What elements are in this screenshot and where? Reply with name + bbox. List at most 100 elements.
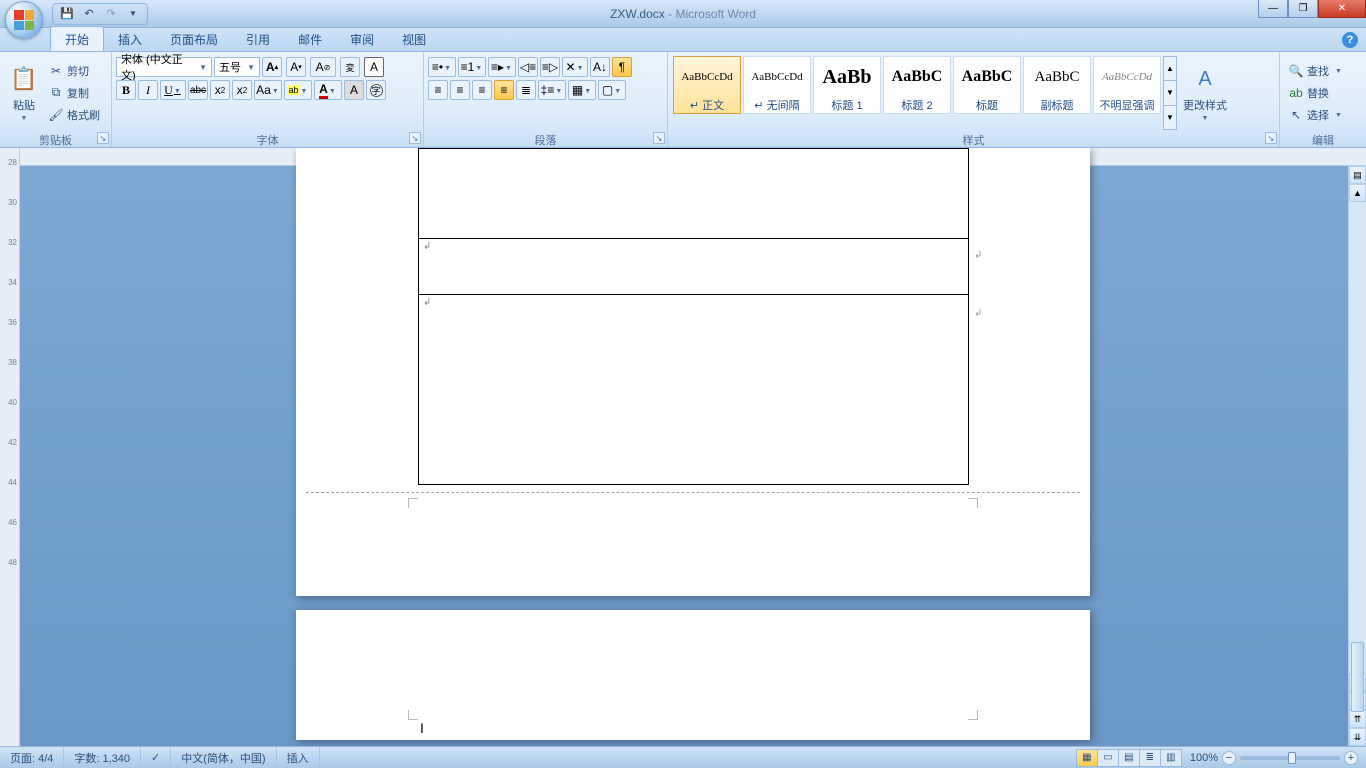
prev-page-button[interactable]: ⇈ <box>1349 710 1366 728</box>
multilevel-button[interactable]: ≡▸▼ <box>488 57 516 77</box>
scroll-thumb[interactable] <box>1351 642 1364 712</box>
save-icon[interactable]: 💾 <box>59 6 75 22</box>
style-item-3[interactable]: AaBbC 标题 2 <box>883 56 951 114</box>
shrink-font-button[interactable]: A▾ <box>286 57 306 77</box>
zoom-level[interactable]: 100% <box>1190 752 1218 764</box>
tab-mailings[interactable]: 邮件 <box>284 27 336 51</box>
distribute-button[interactable]: ≣ <box>516 80 536 100</box>
tab-home[interactable]: 开始 <box>50 26 104 51</box>
highlight-button[interactable]: ab▼ <box>284 80 312 100</box>
numbering-button[interactable]: ≡1▼ <box>458 57 486 77</box>
next-page-button[interactable]: ⇊ <box>1349 728 1366 746</box>
gallery-more-button[interactable]: ▼ <box>1163 105 1177 130</box>
grow-font-button[interactable]: A▴ <box>262 57 282 77</box>
ruler-toggle-button[interactable]: ▤ <box>1349 166 1366 184</box>
view-full-reading[interactable]: ▭ <box>1097 749 1119 767</box>
change-case-button[interactable]: Aa▼ <box>254 80 282 100</box>
show-marks-button[interactable]: ¶ <box>612 57 632 77</box>
char-border-button[interactable]: A <box>364 57 384 77</box>
enclose-char-button[interactable]: 字 <box>366 80 386 100</box>
close-button[interactable]: ✕ <box>1318 0 1366 18</box>
copy-icon: ⧉ <box>48 85 64 101</box>
clear-format-button[interactable]: A⊘ <box>310 57 336 77</box>
status-words[interactable]: 字数: 1,340 <box>64 747 141 768</box>
borders-button[interactable]: ▢▼ <box>598 80 626 100</box>
font-launcher[interactable]: ↘ <box>409 132 421 144</box>
tab-page-layout[interactable]: 页面布局 <box>156 27 232 51</box>
style-item-4[interactable]: AaBbC 标题 <box>953 56 1021 114</box>
asian-layout-button[interactable]: ✕▼ <box>562 57 588 77</box>
view-print-layout[interactable]: ▦ <box>1076 749 1098 767</box>
status-page[interactable]: 页面: 4/4 <box>0 747 64 768</box>
select-button[interactable]: ↖选择▼ <box>1284 104 1362 126</box>
indent-inc-button[interactable]: ≡▷ <box>540 57 560 77</box>
change-styles-button[interactable]: A 更改样式 ▼ <box>1181 54 1229 131</box>
tab-references[interactable]: 引用 <box>232 27 284 51</box>
paste-button[interactable]: 📋 粘贴 ▼ <box>4 54 44 131</box>
gallery-down-button[interactable]: ▼ <box>1163 80 1177 105</box>
sort-button[interactable]: A↓ <box>590 57 610 77</box>
group-editing: 🔍查找▼ ab替换 ↖选择▼ 编辑 <box>1280 52 1366 147</box>
style-item-0[interactable]: AaBbCcDd↵ 正文 <box>673 56 741 114</box>
scroll-up-button[interactable]: ▲ <box>1349 184 1366 202</box>
underline-button[interactable]: U▼ <box>160 80 186 100</box>
tab-view[interactable]: 视图 <box>388 27 440 51</box>
vertical-scrollbar[interactable]: ▤ ▲ ▼ ○ ⇈ ⇊ <box>1348 166 1366 746</box>
replace-button[interactable]: ab替换 <box>1284 82 1362 104</box>
style-item-1[interactable]: AaBbCcDd↵ 无间隔 <box>743 56 811 114</box>
align-right-button[interactable]: ≡ <box>472 80 492 100</box>
view-web[interactable]: ▤ <box>1118 749 1140 767</box>
zoom-out-button[interactable]: − <box>1222 751 1236 765</box>
zoom-in-button[interactable]: + <box>1344 751 1358 765</box>
format-painter-button[interactable]: 🖌格式刷 <box>44 104 104 126</box>
align-justify-button[interactable]: ≡ <box>494 80 514 100</box>
strike-button[interactable]: abc <box>188 80 208 100</box>
char-shading-button[interactable]: A <box>344 80 364 100</box>
tab-review[interactable]: 审阅 <box>336 27 388 51</box>
align-left-button[interactable]: ≡ <box>428 80 448 100</box>
undo-icon[interactable]: ↶ <box>81 6 97 22</box>
vertical-ruler[interactable]: 2830323436384042444648 <box>0 148 20 746</box>
bullets-button[interactable]: ≡•▼ <box>428 57 456 77</box>
change-styles-icon: A <box>1189 63 1221 95</box>
view-outline[interactable]: ≣ <box>1139 749 1161 767</box>
document-table[interactable]: ↲ ↲ <box>418 148 969 485</box>
view-draft[interactable]: ▥ <box>1160 749 1182 767</box>
phonetic-button[interactable]: 変 <box>340 57 360 77</box>
style-item-6[interactable]: AaBbCcDd 不明显强调 <box>1093 56 1161 114</box>
style-item-5[interactable]: AaBbC 副标题 <box>1023 56 1091 114</box>
replace-icon: ab <box>1288 85 1304 101</box>
gallery-up-button[interactable]: ▲ <box>1163 56 1177 81</box>
help-icon[interactable]: ? <box>1342 32 1358 48</box>
redo-icon[interactable]: ↷ <box>103 6 119 22</box>
style-item-2[interactable]: AaBb 标题 1 <box>813 56 881 114</box>
subscript-button[interactable]: x2 <box>210 80 230 100</box>
clipboard-launcher[interactable]: ↘ <box>97 132 109 144</box>
tab-insert[interactable]: 插入 <box>104 27 156 51</box>
maximize-button[interactable]: ❐ <box>1288 0 1318 18</box>
copy-button[interactable]: ⧉复制 <box>44 82 104 104</box>
qat-more-icon[interactable]: ▼ <box>125 6 141 22</box>
shading-button[interactable]: ▦▼ <box>568 80 596 100</box>
document-canvas[interactable]: ↲ ↲ ↲ ↲ I ▤ ▲ ▼ ○ ⇈ ⇊ <box>20 148 1366 746</box>
italic-button[interactable]: I <box>138 80 158 100</box>
align-center-button[interactable]: ≡ <box>450 80 470 100</box>
status-proofing[interactable]: ✓ <box>141 747 171 768</box>
styles-launcher[interactable]: ↘ <box>1265 132 1277 144</box>
office-button[interactable] <box>2 0 48 44</box>
bold-button[interactable]: B <box>116 80 136 100</box>
zoom-thumb[interactable] <box>1288 752 1296 764</box>
find-button[interactable]: 🔍查找▼ <box>1284 60 1362 82</box>
superscript-button[interactable]: x2 <box>232 80 252 100</box>
status-insert-mode[interactable]: 插入 <box>277 747 320 768</box>
font-color-button[interactable]: A▼ <box>314 80 342 100</box>
status-language[interactable]: 中文(简体，中国) <box>171 747 276 768</box>
paragraph-launcher[interactable]: ↘ <box>653 132 665 144</box>
indent-dec-button[interactable]: ◁≡ <box>518 57 538 77</box>
font-name-combo[interactable]: 宋体 (中文正文)▼ <box>116 57 212 77</box>
font-size-combo[interactable]: 五号▼ <box>214 57 260 77</box>
line-spacing-button[interactable]: ‡≡▼ <box>538 80 566 100</box>
cut-button[interactable]: ✂剪切 <box>44 60 104 82</box>
minimize-button[interactable]: ― <box>1258 0 1288 18</box>
zoom-slider[interactable] <box>1240 756 1340 760</box>
